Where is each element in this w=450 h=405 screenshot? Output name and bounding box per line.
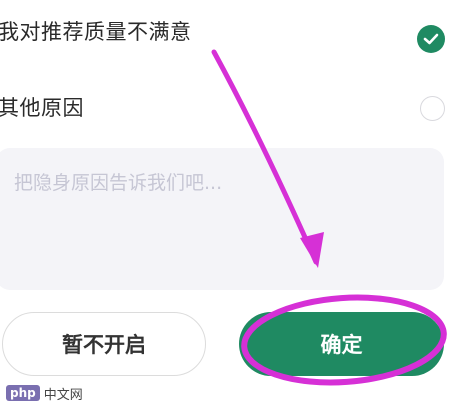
option-label: 我对推荐质量不满意 [0,20,192,44]
checkbox-checked-icon[interactable] [417,25,445,53]
checkbox-unchecked-icon[interactable] [420,96,445,121]
not-now-button[interactable]: 暂不开启 [2,312,206,376]
option-unsatisfied-quality[interactable]: 我对推荐质量不满意 [0,10,450,53]
check-icon [423,33,439,45]
watermark: php 中文网 [6,384,83,403]
option-other-reason[interactable]: 其他原因 [0,88,450,128]
watermark-text: 中文网 [43,387,83,403]
watermark-logo: php [6,385,40,401]
option-label: 其他原因 [0,96,84,120]
confirm-button[interactable]: 确定 [239,312,444,376]
reason-input[interactable] [14,168,414,198]
reason-textarea-container[interactable] [0,148,444,290]
